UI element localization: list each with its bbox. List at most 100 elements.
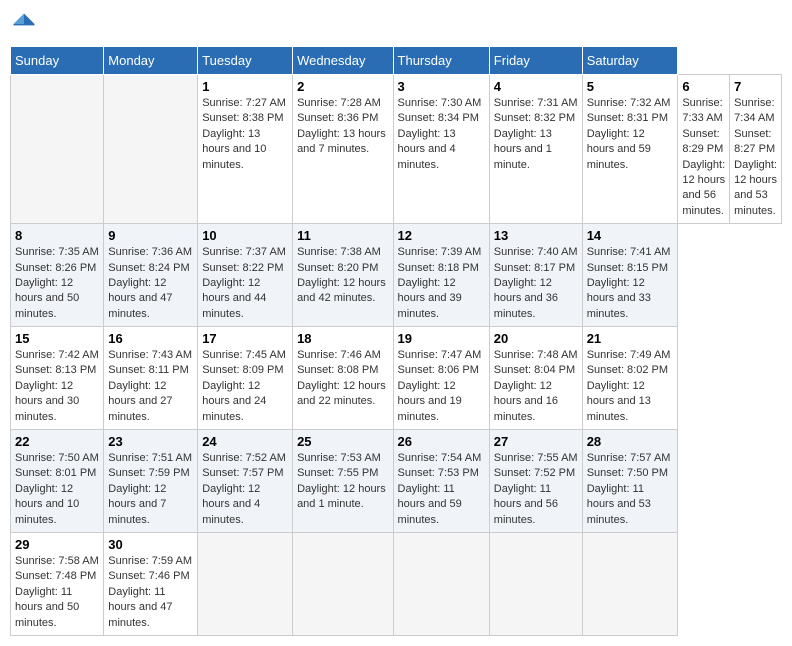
day-number: 23 <box>108 434 193 449</box>
day-number: 20 <box>494 331 578 346</box>
day-number: 29 <box>15 537 99 552</box>
calendar-cell: 24 Sunrise: 7:52 AMSunset: 7:57 PMDayligh… <box>198 430 293 533</box>
day-number: 30 <box>108 537 193 552</box>
calendar-cell: 1Sunrise: 7:27 AMSunset: 8:38 PMDaylight… <box>198 75 293 224</box>
calendar-week-3: 15 Sunrise: 7:42 AMSunset: 8:13 PMDayligh… <box>11 327 782 430</box>
day-info: Sunrise: 7:35 AMSunset: 8:26 PMDaylight:… <box>15 246 99 320</box>
calendar-cell <box>11 75 104 224</box>
calendar-cell: 25 Sunrise: 7:53 AMSunset: 7:55 PMDayligh… <box>293 430 393 533</box>
day-number: 26 <box>398 434 485 449</box>
day-number: 18 <box>297 331 388 346</box>
day-info: Sunrise: 7:34 AMSunset: 8:27 PMDaylight:… <box>734 97 777 217</box>
day-info: Sunrise: 7:31 AMSunset: 8:32 PMDaylight:… <box>494 97 578 171</box>
day-number: 15 <box>15 331 99 346</box>
day-info: Sunrise: 7:59 AMSunset: 7:46 PMDaylight:… <box>108 555 192 629</box>
calendar-body: 1Sunrise: 7:27 AMSunset: 8:38 PMDaylight… <box>11 75 782 636</box>
calendar-cell: 5 Sunrise: 7:32 AMSunset: 8:31 PMDaylight… <box>582 75 678 224</box>
calendar-cell <box>582 532 678 635</box>
page-header <box>10 10 782 38</box>
weekday-sunday: Sunday <box>11 47 104 75</box>
day-info: Sunrise: 7:38 AMSunset: 8:20 PMDaylight:… <box>297 246 386 304</box>
day-number: 19 <box>398 331 485 346</box>
calendar-cell <box>293 532 393 635</box>
calendar-cell: 27 Sunrise: 7:55 AMSunset: 7:52 PMDayligh… <box>489 430 582 533</box>
calendar-cell: 10 Sunrise: 7:37 AMSunset: 8:22 PMDayligh… <box>198 224 293 327</box>
day-info: Sunrise: 7:51 AMSunset: 7:59 PMDaylight:… <box>108 452 192 526</box>
calendar-cell: 12 Sunrise: 7:39 AMSunset: 8:18 PMDayligh… <box>393 224 489 327</box>
calendar-week-1: 1Sunrise: 7:27 AMSunset: 8:38 PMDaylight… <box>11 75 782 224</box>
weekday-header-row: SundayMondayTuesdayWednesdayThursdayFrid… <box>11 47 782 75</box>
calendar-table: SundayMondayTuesdayWednesdayThursdayFrid… <box>10 46 782 636</box>
day-info: Sunrise: 7:28 AMSunset: 8:36 PMDaylight:… <box>297 97 386 155</box>
calendar-cell: 3 Sunrise: 7:30 AMSunset: 8:34 PMDaylight… <box>393 75 489 224</box>
logo-icon <box>10 10 38 38</box>
calendar-cell: 13 Sunrise: 7:40 AMSunset: 8:17 PMDayligh… <box>489 224 582 327</box>
day-number: 7 <box>734 79 777 94</box>
day-number: 27 <box>494 434 578 449</box>
weekday-monday: Monday <box>104 47 198 75</box>
day-info: Sunrise: 7:41 AMSunset: 8:15 PMDaylight:… <box>587 246 671 320</box>
calendar-cell: 4Sunrise: 7:31 AMSunset: 8:32 PMDaylight… <box>489 75 582 224</box>
day-number: 24 <box>202 434 288 449</box>
day-info: Sunrise: 7:48 AMSunset: 8:04 PMDaylight:… <box>494 349 578 423</box>
calendar-cell: 11 Sunrise: 7:38 AMSunset: 8:20 PMDayligh… <box>293 224 393 327</box>
calendar-week-5: 29Sunrise: 7:58 AMSunset: 7:48 PMDayligh… <box>11 532 782 635</box>
day-info: Sunrise: 7:27 AMSunset: 8:38 PMDaylight:… <box>202 97 286 171</box>
day-number: 28 <box>587 434 674 449</box>
calendar-cell <box>198 532 293 635</box>
calendar-cell: 9 Sunrise: 7:36 AMSunset: 8:24 PMDaylight… <box>104 224 198 327</box>
calendar-cell: 16 Sunrise: 7:43 AMSunset: 8:11 PMDayligh… <box>104 327 198 430</box>
day-number: 5 <box>587 79 674 94</box>
day-number: 9 <box>108 228 193 243</box>
day-info: Sunrise: 7:43 AMSunset: 8:11 PMDaylight:… <box>108 349 192 423</box>
day-info: Sunrise: 7:45 AMSunset: 8:09 PMDaylight:… <box>202 349 286 423</box>
calendar-cell: 14 Sunrise: 7:41 AMSunset: 8:15 PMDayligh… <box>582 224 678 327</box>
day-number: 12 <box>398 228 485 243</box>
calendar-cell: 18Sunrise: 7:46 AMSunset: 8:08 PMDayligh… <box>293 327 393 430</box>
calendar-cell: 8Sunrise: 7:35 AMSunset: 8:26 PMDaylight… <box>11 224 104 327</box>
day-info: Sunrise: 7:42 AMSunset: 8:13 PMDaylight:… <box>15 349 99 423</box>
calendar-cell: 30 Sunrise: 7:59 AMSunset: 7:46 PMDayligh… <box>104 532 198 635</box>
calendar-cell: 29Sunrise: 7:58 AMSunset: 7:48 PMDayligh… <box>11 532 104 635</box>
day-info: Sunrise: 7:39 AMSunset: 8:18 PMDaylight:… <box>398 246 482 320</box>
calendar-cell: 26Sunrise: 7:54 AMSunset: 7:53 PMDayligh… <box>393 430 489 533</box>
day-info: Sunrise: 7:37 AMSunset: 8:22 PMDaylight:… <box>202 246 286 320</box>
day-info: Sunrise: 7:55 AMSunset: 7:52 PMDaylight:… <box>494 452 578 526</box>
day-info: Sunrise: 7:52 AMSunset: 7:57 PMDaylight:… <box>202 452 286 526</box>
calendar-cell: 6 Sunrise: 7:33 AMSunset: 8:29 PMDaylight… <box>678 75 730 224</box>
calendar-cell: 19 Sunrise: 7:47 AMSunset: 8:06 PMDayligh… <box>393 327 489 430</box>
day-number: 16 <box>108 331 193 346</box>
day-number: 6 <box>682 79 725 94</box>
day-number: 21 <box>587 331 674 346</box>
calendar-cell <box>393 532 489 635</box>
weekday-thursday: Thursday <box>393 47 489 75</box>
calendar-cell: 23 Sunrise: 7:51 AMSunset: 7:59 PMDayligh… <box>104 430 198 533</box>
calendar-week-2: 8Sunrise: 7:35 AMSunset: 8:26 PMDaylight… <box>11 224 782 327</box>
day-info: Sunrise: 7:33 AMSunset: 8:29 PMDaylight:… <box>682 97 725 217</box>
day-number: 25 <box>297 434 388 449</box>
day-number: 13 <box>494 228 578 243</box>
day-info: Sunrise: 7:40 AMSunset: 8:17 PMDaylight:… <box>494 246 578 320</box>
day-info: Sunrise: 7:32 AMSunset: 8:31 PMDaylight:… <box>587 97 671 171</box>
day-info: Sunrise: 7:47 AMSunset: 8:06 PMDaylight:… <box>398 349 482 423</box>
calendar-cell <box>489 532 582 635</box>
calendar-cell: 20 Sunrise: 7:48 AMSunset: 8:04 PMDayligh… <box>489 327 582 430</box>
day-number: 11 <box>297 228 388 243</box>
day-info: Sunrise: 7:49 AMSunset: 8:02 PMDaylight:… <box>587 349 671 423</box>
day-number: 17 <box>202 331 288 346</box>
logo <box>10 10 42 38</box>
day-number: 14 <box>587 228 674 243</box>
weekday-saturday: Saturday <box>582 47 678 75</box>
calendar-cell: 21 Sunrise: 7:49 AMSunset: 8:02 PMDayligh… <box>582 327 678 430</box>
calendar-cell: 22Sunrise: 7:50 AMSunset: 8:01 PMDayligh… <box>11 430 104 533</box>
day-info: Sunrise: 7:50 AMSunset: 8:01 PMDaylight:… <box>15 452 99 526</box>
calendar-cell: 2 Sunrise: 7:28 AMSunset: 8:36 PMDaylight… <box>293 75 393 224</box>
day-info: Sunrise: 7:30 AMSunset: 8:34 PMDaylight:… <box>398 97 482 171</box>
day-info: Sunrise: 7:53 AMSunset: 7:55 PMDaylight:… <box>297 452 386 510</box>
day-number: 3 <box>398 79 485 94</box>
day-number: 10 <box>202 228 288 243</box>
day-info: Sunrise: 7:57 AMSunset: 7:50 PMDaylight:… <box>587 452 671 526</box>
day-info: Sunrise: 7:36 AMSunset: 8:24 PMDaylight:… <box>108 246 192 320</box>
calendar-week-4: 22Sunrise: 7:50 AMSunset: 8:01 PMDayligh… <box>11 430 782 533</box>
day-number: 2 <box>297 79 388 94</box>
